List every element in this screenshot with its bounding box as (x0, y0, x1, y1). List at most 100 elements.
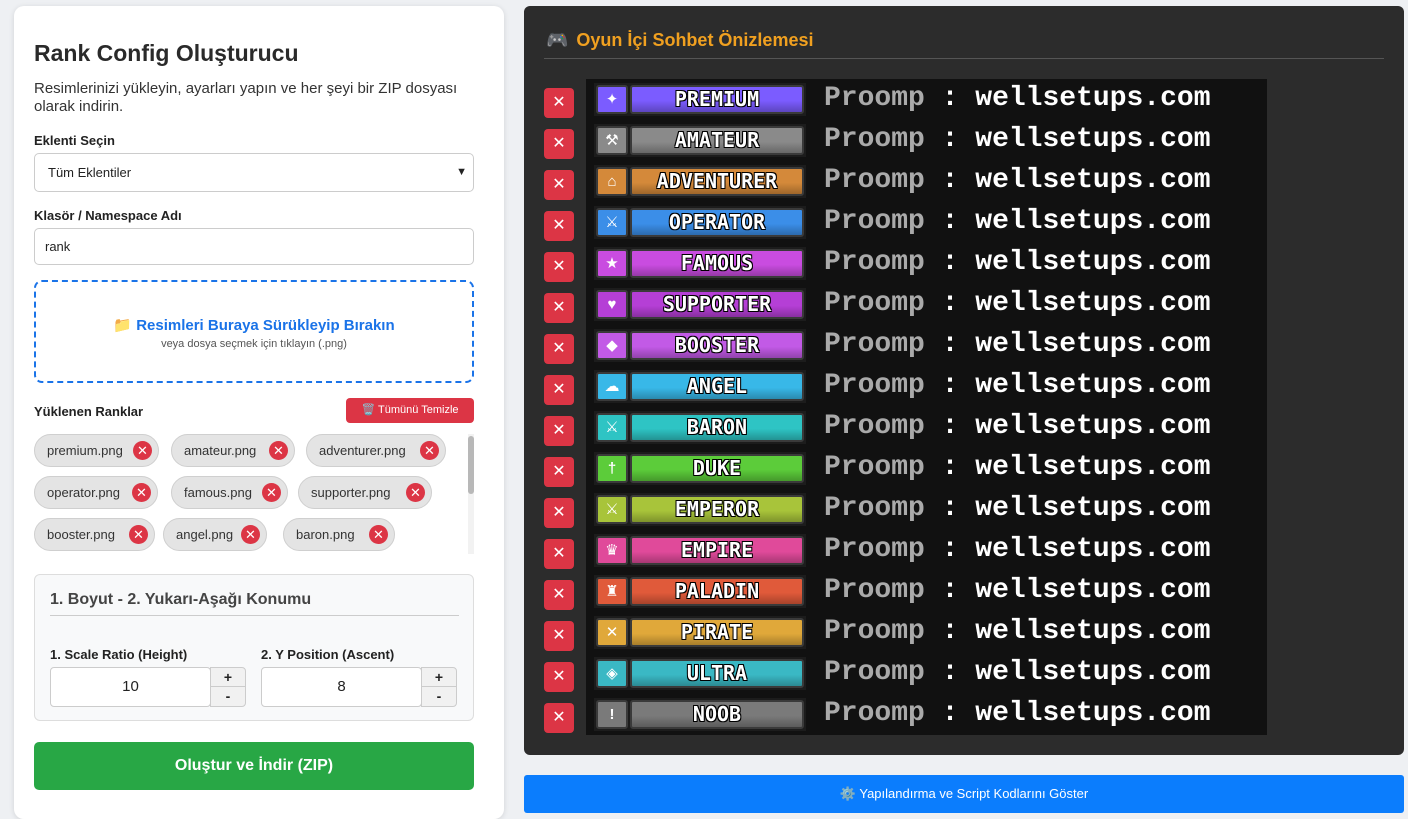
rank-label: PIRATE (630, 618, 804, 647)
chat-row: ◈ ULTRA Proomp : wellsetups.com (586, 653, 1267, 694)
chat-message: Proomp : wellsetups.com (824, 572, 1211, 610)
rank-icon: ♜ (596, 577, 628, 606)
delete-rank-button[interactable]: ✕ (544, 416, 574, 446)
rank-label: BOOSTER (630, 331, 804, 360)
chat-row: ♜ PALADIN Proomp : wellsetups.com (586, 571, 1267, 612)
namespace-input[interactable]: rank (34, 228, 474, 265)
size-position-settings: 1. Boyut - 2. Yukarı-Aşağı Konumu 1. Sca… (34, 574, 474, 721)
chat-message: Proomp : wellsetups.com (824, 695, 1211, 733)
message-text: wellsetups.com (975, 616, 1211, 647)
remove-file-icon[interactable]: ✕ (133, 441, 152, 460)
chat-row: ! NOOB Proomp : wellsetups.com (586, 694, 1267, 735)
delete-rank-button[interactable]: ✕ (544, 703, 574, 733)
delete-rank-button[interactable]: ✕ (544, 621, 574, 651)
chips-scrollbar-thumb[interactable] (468, 436, 474, 494)
generate-download-button[interactable]: Oluştur ve İndir (ZIP) (34, 742, 474, 790)
message-text: wellsetups.com (975, 206, 1211, 237)
delete-rank-button[interactable]: ✕ (544, 662, 574, 692)
image-dropzone[interactable]: 📁 Resimleri Buraya Sürükleyip Bırakın ve… (34, 280, 474, 383)
file-chip: angel.png ✕ (163, 518, 267, 551)
file-chip-label: amateur.png (184, 443, 257, 458)
file-chip: famous.png ✕ (171, 476, 288, 509)
file-chip-label: adventurer.png (319, 443, 406, 458)
delete-rank-button[interactable]: ✕ (544, 170, 574, 200)
delete-rank-button[interactable]: ✕ (544, 211, 574, 241)
delete-rank-button[interactable]: ✕ (544, 539, 574, 569)
remove-file-icon[interactable]: ✕ (369, 525, 388, 544)
chat-message: Proomp : wellsetups.com (824, 326, 1211, 364)
player-name: Proomp (824, 247, 925, 278)
message-text: wellsetups.com (975, 698, 1211, 729)
player-name: Proomp (824, 534, 925, 565)
chat-row: ✦ PREMIUM Proomp : wellsetups.com (586, 79, 1267, 120)
delete-rank-button[interactable]: ✕ (544, 293, 574, 323)
y-increment-button[interactable]: + (422, 668, 456, 687)
chat-row: ⚔ BARON Proomp : wellsetups.com (586, 407, 1267, 448)
rank-badge: ◆ BOOSTER (594, 329, 806, 362)
delete-rank-button[interactable]: ✕ (544, 129, 574, 159)
y-decrement-button[interactable]: - (422, 687, 456, 706)
delete-rank-button[interactable]: ✕ (544, 252, 574, 282)
remove-file-icon[interactable]: ✕ (241, 525, 260, 544)
remove-file-icon[interactable]: ✕ (132, 483, 151, 502)
message-text: wellsetups.com (975, 83, 1211, 114)
file-chip-label: premium.png (47, 443, 123, 458)
rank-icon: ◈ (596, 659, 628, 688)
message-text: wellsetups.com (975, 452, 1211, 483)
player-name: Proomp (824, 83, 925, 114)
rank-icon: ◆ (596, 331, 628, 360)
name-separator: : (941, 616, 959, 647)
player-name: Proomp (824, 493, 925, 524)
remove-file-icon[interactable]: ✕ (406, 483, 425, 502)
chat-message: Proomp : wellsetups.com (824, 244, 1211, 282)
rank-label: ULTRA (630, 659, 804, 688)
delete-rank-button[interactable]: ✕ (544, 498, 574, 528)
message-text: wellsetups.com (975, 493, 1211, 524)
chat-row: ⌂ ADVENTURER Proomp : wellsetups.com (586, 161, 1267, 202)
remove-file-icon[interactable]: ✕ (420, 441, 439, 460)
rank-badge: ✦ PREMIUM (594, 83, 806, 116)
plugin-select[interactable]: Tüm Eklentiler ▼ (34, 153, 474, 192)
player-name: Proomp (824, 575, 925, 606)
y-position-input[interactable]: 8 (261, 667, 422, 707)
file-chip: booster.png ✕ (34, 518, 155, 551)
name-separator: : (941, 288, 959, 319)
delete-rank-button[interactable]: ✕ (544, 457, 574, 487)
player-name: Proomp (824, 616, 925, 647)
clear-all-button[interactable]: 🗑️ Tümünü Temizle (346, 398, 474, 423)
gamepad-icon: 🎮 (546, 30, 569, 50)
scale-increment-button[interactable]: + (211, 668, 245, 687)
chat-row: ☁ ANGEL Proomp : wellsetups.com (586, 366, 1267, 407)
chat-row: † DUKE Proomp : wellsetups.com (586, 448, 1267, 489)
file-chip-label: famous.png (184, 485, 252, 500)
player-name: Proomp (824, 124, 925, 155)
remove-file-icon[interactable]: ✕ (269, 441, 288, 460)
name-separator: : (941, 493, 959, 524)
delete-rank-button[interactable]: ✕ (544, 580, 574, 610)
scale-ratio-input[interactable]: 10 (50, 667, 211, 707)
message-text: wellsetups.com (975, 124, 1211, 155)
rank-icon: ♥ (596, 290, 628, 319)
name-separator: : (941, 698, 959, 729)
show-config-button[interactable]: ⚙️ Yapılandırma ve Script Kodlarını Göst… (524, 775, 1404, 813)
rank-label: OPERATOR (630, 208, 804, 237)
player-name: Proomp (824, 452, 925, 483)
delete-rank-button[interactable]: ✕ (544, 375, 574, 405)
rank-icon: ⚒ (596, 126, 628, 155)
rank-badge: ★ FAMOUS (594, 247, 806, 280)
rank-icon: ⚔ (596, 413, 628, 442)
chat-row: ✕ PIRATE Proomp : wellsetups.com (586, 612, 1267, 653)
message-text: wellsetups.com (975, 370, 1211, 401)
name-separator: : (941, 575, 959, 606)
chat-row: ⚔ EMPEROR Proomp : wellsetups.com (586, 489, 1267, 530)
delete-rank-button[interactable]: ✕ (544, 88, 574, 118)
scale-decrement-button[interactable]: - (211, 687, 245, 706)
message-text: wellsetups.com (975, 657, 1211, 688)
rank-badge: ! NOOB (594, 698, 806, 731)
remove-file-icon[interactable]: ✕ (262, 483, 281, 502)
remove-file-icon[interactable]: ✕ (129, 525, 148, 544)
rank-badge: ♜ PALADIN (594, 575, 806, 608)
name-separator: : (941, 329, 959, 360)
dropzone-title: 📁 Resimleri Buraya Sürükleyip Bırakın (113, 317, 395, 334)
delete-rank-button[interactable]: ✕ (544, 334, 574, 364)
